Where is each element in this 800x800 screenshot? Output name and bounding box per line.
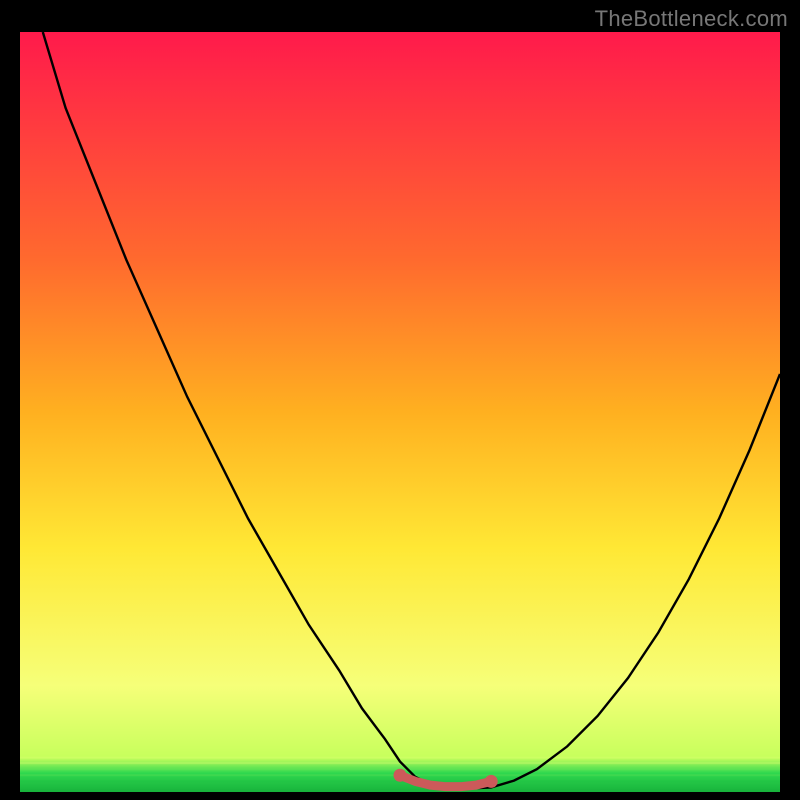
gradient-background [20,32,780,792]
flat-region-endpoint [485,775,498,788]
watermark-text: TheBottleneck.com [595,6,788,32]
plot-area [20,32,780,792]
flat-region-endpoint [394,769,407,782]
plot-svg [20,32,780,792]
chart-canvas: TheBottleneck.com [0,0,800,800]
